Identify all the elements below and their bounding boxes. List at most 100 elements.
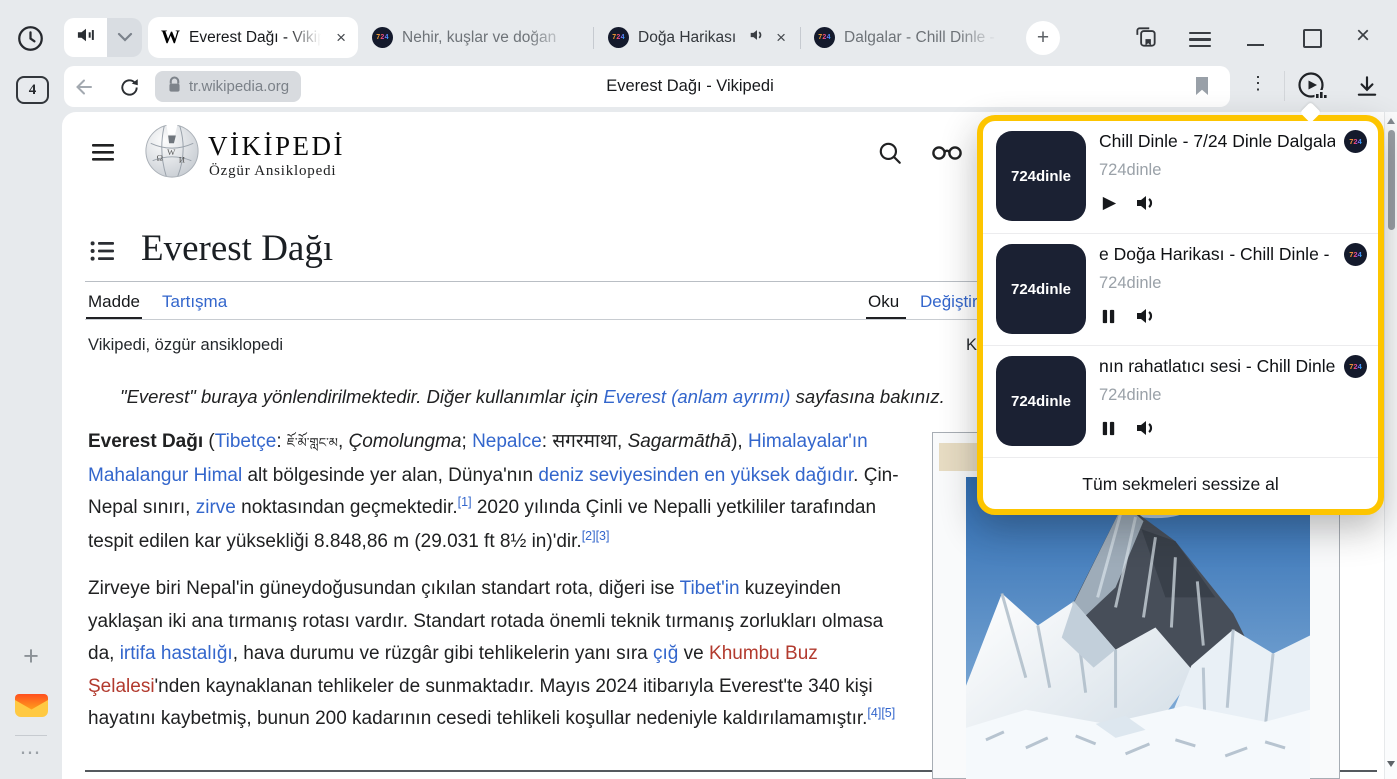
inline-link[interactable]: irtifa hastalığı <box>120 643 233 664</box>
window-maximize-button[interactable] <box>1303 29 1322 48</box>
chevron-down-icon <box>117 29 133 47</box>
wikipedia-favicon: W <box>161 27 180 49</box>
inline-link[interactable]: Nepalce <box>472 431 542 452</box>
pause-icon[interactable] <box>1099 419 1118 443</box>
pause-icon[interactable] <box>1099 307 1118 331</box>
text-run: noktasından geçmektedir. <box>236 497 458 518</box>
tab-degistir[interactable]: Değiştir <box>920 292 978 312</box>
audio-entry[interactable]: 724dinle Chill Dinle - 7/24 Dinle Dalgal… <box>983 121 1378 233</box>
724dinle-favicon: 724 <box>608 27 629 48</box>
tab-nehir[interactable]: 724 Nehir, kuşlar ve doğan <box>366 17 587 58</box>
tab-madde[interactable]: Madde <box>88 292 140 312</box>
text-run: [1] <box>458 495 472 509</box>
wiki-logo-subtitle: Özgür Ansiklopedi <box>209 163 336 180</box>
bookmark-icon[interactable] <box>1192 75 1212 97</box>
724dinle-favicon: 724 <box>814 27 835 48</box>
toolbar-divider <box>1284 71 1285 101</box>
tab-divider <box>800 27 801 49</box>
svg-text:И: И <box>179 155 186 165</box>
audio-entry[interactable]: 724dinle nın rahatlatıcı sesi - Chill Di… <box>983 345 1378 458</box>
tab-close-icon[interactable]: × <box>334 29 348 46</box>
history-clock-icon[interactable] <box>17 25 44 52</box>
url-domain: tr.wikipedia.org <box>189 78 289 95</box>
scroll-up-arrow[interactable] <box>1387 118 1395 124</box>
search-icon[interactable] <box>877 140 903 166</box>
mute-all-tabs-button[interactable]: Tüm sekmeleri sessize al <box>983 457 1378 510</box>
sound-menu-chevron[interactable] <box>107 18 142 57</box>
tab-counter-badge[interactable]: 4 <box>16 76 49 104</box>
wiki-hamburger-icon[interactable] <box>92 144 114 161</box>
tab-oku[interactable]: Oku <box>868 292 899 312</box>
side-panel-icon[interactable] <box>1133 24 1159 50</box>
tab-sound-button[interactable] <box>64 18 107 57</box>
tab-title: Nehir, kuşlar ve doğan <box>402 29 577 47</box>
text-run: Sagarmāthā <box>628 431 732 452</box>
reload-icon[interactable] <box>118 76 141 99</box>
sidebar-add-button[interactable]: + <box>18 641 44 672</box>
svg-text:W: W <box>167 147 176 157</box>
tab-tartisma[interactable]: Tartışma <box>162 292 227 312</box>
scroll-down-arrow[interactable] <box>1387 761 1395 767</box>
text-run: ; <box>462 431 473 452</box>
inline-link[interactable]: Tibet'in <box>680 578 740 599</box>
new-tab-button[interactable]: + <box>1026 21 1060 55</box>
window-minimize-button[interactable] <box>1247 44 1264 46</box>
browser-menu-icon[interactable] <box>1189 27 1211 52</box>
text-run: ( <box>203 431 215 452</box>
play-icon[interactable] <box>1099 194 1118 218</box>
tab-dalgalar[interactable]: 724 Dalgalar - Chill Dinle - 7 <box>808 17 1012 58</box>
text-run: 'nden kaynaklanan tehlikeler de sunmakta… <box>88 676 873 730</box>
audio-entry[interactable]: 724dinle e Doğa Harikası - Chill Dinle -… <box>983 233 1378 346</box>
tab-title: Dalgalar - Chill Dinle - 7 <box>844 29 1002 47</box>
text-run: Everest Dağı <box>88 431 203 452</box>
audio-source: 724dinle <box>1099 161 1161 180</box>
tab-doga-harikasi[interactable]: 724 Doğa Harikası - C × <box>602 17 798 58</box>
hatnote: "Everest" buraya yönlendirilmektedir. Di… <box>120 386 945 408</box>
download-icon[interactable] <box>1354 73 1380 99</box>
appearance-glasses-icon[interactable] <box>931 144 963 161</box>
inline-link[interactable]: zirve <box>196 497 236 518</box>
sidebar-overflow-icon[interactable]: ⋯ <box>17 740 45 765</box>
wikipedia-globe-logo[interactable]: WΩИ <box>143 122 201 180</box>
page-scrollbar[interactable] <box>1384 112 1397 779</box>
volume-icon[interactable] <box>1135 418 1157 443</box>
paragraph-2: Zirveye biri Nepal'in güneydoğusundan çı… <box>88 573 902 737</box>
paragraph-1: Everest Dağı (Tibetçe: ཇོ་མོ་གླང་མ, Çomo… <box>88 426 902 559</box>
tab-close-icon[interactable]: × <box>774 29 788 46</box>
everest-photo[interactable] <box>966 477 1310 779</box>
tab-sound-split-button <box>64 18 142 57</box>
audio-thumbnail[interactable]: 724dinle <box>996 131 1086 221</box>
volume-icon[interactable] <box>1135 193 1157 218</box>
tab-audio-playing-icon[interactable] <box>749 28 765 47</box>
volume-icon[interactable] <box>1135 306 1157 331</box>
wiki-logo-title[interactable]: VİKİPEDİ <box>208 131 345 162</box>
audio-tabs-popup: 724dinle Chill Dinle - 7/24 Dinle Dalgal… <box>977 115 1384 515</box>
text-run: , hava durumu ve rüzgâr gibi tehlikeleri… <box>233 643 653 664</box>
tab-everest-active[interactable]: W Everest Dağı - Vikip × <box>148 17 358 58</box>
page-actions-menu-icon[interactable]: ⋮ <box>1249 73 1267 94</box>
audio-thumbnail[interactable]: 724dinle <box>996 356 1086 446</box>
yandex-mail-icon[interactable] <box>13 687 50 721</box>
back-icon[interactable] <box>72 75 96 99</box>
speaker-icon <box>76 26 96 49</box>
audio-source: 724dinle <box>1099 274 1161 293</box>
inline-link[interactable]: deniz seviyesinden en yüksek dağıdır <box>538 465 853 486</box>
site-tagline: Vikipedi, özgür ansiklopedi <box>88 336 283 355</box>
audio-title: e Doğa Harikası - Chill Dinle - 7 <box>1099 244 1335 265</box>
lock-icon <box>167 76 182 98</box>
scrollbar-thumb[interactable] <box>1388 130 1395 230</box>
724dinle-favicon: 724 <box>1344 355 1367 378</box>
text-run: alt bölgesinde yer alan, Dünya'nın <box>242 465 538 486</box>
inline-link[interactable]: çığ <box>653 643 678 664</box>
inline-link[interactable]: Everest (anlam ayrımı) <box>603 386 790 407</box>
inline-link[interactable]: Tibetçe <box>215 431 277 452</box>
tab-divider <box>593 27 594 49</box>
text-run: ve <box>678 643 709 664</box>
media-player-icon[interactable] <box>1296 70 1328 102</box>
toc-icon[interactable] <box>90 240 115 262</box>
text-run: : <box>276 431 287 452</box>
window-close-button[interactable]: × <box>1356 22 1370 50</box>
text-run: sayfasına bakınız. <box>790 386 944 407</box>
url-domain-chip[interactable]: tr.wikipedia.org <box>155 71 301 102</box>
audio-thumbnail[interactable]: 724dinle <box>996 244 1086 334</box>
